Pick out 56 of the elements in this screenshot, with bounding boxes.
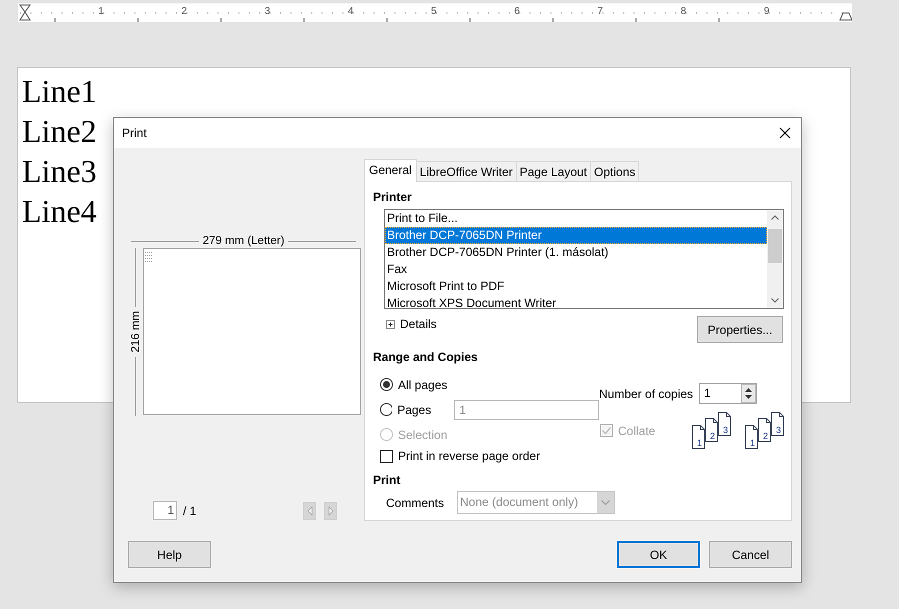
details-label[interactable]: Details [400,317,437,331]
properties-button[interactable]: Properties... [697,316,783,343]
printer-item[interactable]: Microsoft Print to PDF [385,278,767,295]
indent-marker-icon[interactable] [839,12,852,20]
comments-label: Comments [386,496,444,510]
scroll-down-icon[interactable] [771,298,779,303]
section-heading: Range and Copies [373,350,479,364]
checkbox-label[interactable]: Print in reverse page order [398,449,540,463]
dialog-button[interactable]: OK [617,541,700,568]
paper-width-label: 279 mm (Letter) [202,235,286,247]
scroll-up-icon[interactable] [771,215,779,220]
scrollbar[interactable] [767,210,783,308]
printer-item[interactable]: Brother DCP-7065DN Printer (1. másolat) [385,244,767,261]
document-line: Line3 [21,152,97,191]
expand-icon[interactable] [386,320,395,328]
printer-item[interactable]: Microsoft XPS Document Writer [385,295,767,308]
tab[interactable]: General [364,159,417,182]
close-icon[interactable] [778,126,792,140]
document-line: Line4 [21,192,97,231]
document-line: Line2 [21,112,97,151]
page-number-field[interactable]: 1 [153,501,177,520]
option-label[interactable]: All pages [398,378,448,392]
section-heading: Print [373,473,402,487]
ruler-number: 5 [431,6,437,17]
radio-button[interactable] [380,403,392,416]
scroll-thumb[interactable] [768,229,782,263]
printer-item[interactable]: Fax [385,261,767,278]
radio-button[interactable] [380,378,393,391]
ruler-number: 8 [680,6,686,17]
dialog-button[interactable]: Cancel [709,541,792,568]
checkbox[interactable] [380,450,393,462]
printer-item[interactable]: Print to File... [385,210,767,227]
page-count: / 1 [183,504,196,518]
copies-spinner[interactable]: 1 [699,383,758,404]
copies-label: Number of copies [599,386,694,400]
ruler-number: 1 [98,6,104,17]
ruler-number: 4 [348,6,354,17]
option-label[interactable]: Pages [397,402,432,416]
ruler-number: 9 [764,6,770,17]
spin-arrows-icon[interactable] [741,384,756,403]
tab[interactable]: Options [590,161,640,181]
caret-icon [328,506,334,516]
section-heading: Printer [373,190,413,204]
ruler-number: 2 [181,6,187,17]
indent-marker-icon[interactable] [19,4,31,20]
printer-item[interactable]: Brother DCP-7065DN Printer [385,227,767,244]
ruler-number: 3 [264,6,270,17]
caret-icon [601,500,610,505]
tab[interactable]: Page Layout [516,161,592,181]
paper-height-label: 216 mm [130,310,142,355]
document-line: Line1 [21,72,97,111]
caret-icon [306,506,313,516]
ruler-number: 6 [514,6,520,17]
ruler-number: 7 [597,6,603,17]
dialog-button[interactable]: Help [128,541,211,568]
window-title: Print [122,126,147,140]
